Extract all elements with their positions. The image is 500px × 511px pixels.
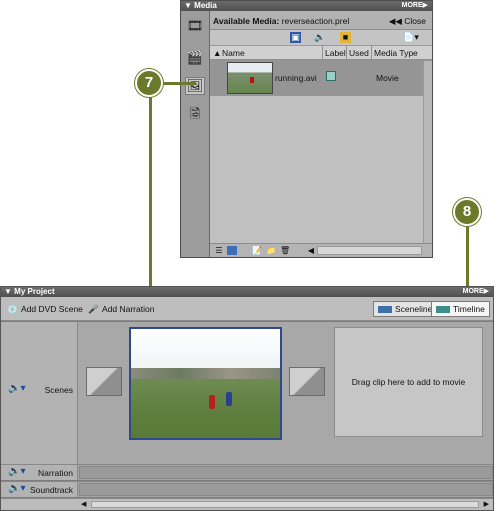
project-more-menu[interactable]: MORE▶ bbox=[463, 287, 489, 297]
narration-track: 🔊▾ Narration bbox=[1, 464, 493, 480]
column-label[interactable]: Label bbox=[325, 48, 346, 58]
narration-lane[interactable] bbox=[79, 466, 493, 479]
collapse-triangle-icon[interactable]: ▼ bbox=[184, 1, 192, 10]
timeline-label: Timeline bbox=[453, 304, 485, 314]
media-horizontal-scrollbar[interactable] bbox=[317, 246, 422, 255]
properties-icon[interactable]: 📝 bbox=[252, 246, 262, 255]
transition-slot-right[interactable] bbox=[289, 367, 325, 396]
project-toolbar: 💿 Add DVD Scene 🎤 Add Narration Sceneline … bbox=[1, 297, 493, 321]
close-arrow-icon: ◀◀ bbox=[388, 16, 402, 26]
drop-hint-text: Drag clip here to add to movie bbox=[351, 377, 466, 387]
close-button[interactable]: ◀◀ Close bbox=[389, 16, 426, 27]
callout-7-badge: 7 bbox=[135, 69, 163, 97]
sceneline-button[interactable]: Sceneline bbox=[373, 301, 438, 317]
sceneline-label: Sceneline bbox=[395, 304, 433, 314]
soundtrack-lane[interactable] bbox=[79, 483, 493, 496]
speaker-volume-icon[interactable]: 🔊▾ bbox=[8, 466, 25, 477]
media-sidebar: 🎞 🎬 🖼 🗟 bbox=[181, 11, 210, 257]
scenes-label: Scenes bbox=[44, 385, 73, 395]
timeline-icon bbox=[436, 306, 450, 314]
soundtrack-track-header: 🔊▾ Soundtrack bbox=[1, 482, 78, 497]
available-media-heading: Available Media: reverseaction.prel bbox=[213, 16, 349, 26]
video-filter-icon[interactable]: ▣ bbox=[290, 32, 301, 43]
close-label: Close bbox=[404, 16, 426, 26]
list-view-icon[interactable]: ☰ bbox=[214, 246, 224, 255]
project-horizontal-scrollbar[interactable]: ◀ ▶ bbox=[1, 498, 493, 510]
add-narration-button[interactable]: 🎤 Add Narration bbox=[87, 302, 154, 316]
player-figure-blue bbox=[226, 392, 232, 406]
available-media-label: Available Media: bbox=[213, 16, 280, 26]
audio-filter-icon[interactable]: 🔈 bbox=[314, 32, 325, 43]
media-panel-titlebar[interactable]: ▼ Media MORE▶ bbox=[181, 1, 432, 11]
scroll-right-arrow-icon[interactable]: ▶ bbox=[484, 500, 489, 508]
column-name[interactable]: Name bbox=[222, 48, 245, 58]
media-vertical-scrollbar[interactable] bbox=[423, 61, 432, 243]
icon-view-icon[interactable] bbox=[227, 246, 237, 255]
media-column-headers: ▲ Name Label Used Media Type bbox=[210, 46, 432, 60]
drop-clip-target[interactable]: Drag clip here to add to movie bbox=[334, 327, 483, 437]
speaker-volume-icon[interactable]: 🔊▾ bbox=[8, 483, 25, 494]
selected-scene-clip[interactable] bbox=[129, 327, 282, 440]
transition-slot-left[interactable] bbox=[86, 367, 122, 396]
project-panel-titlebar[interactable]: ▼ My Project MORE▶ bbox=[1, 287, 493, 297]
media-list-empty-area bbox=[210, 97, 432, 243]
scroll-left-arrow-icon[interactable]: ◀ bbox=[306, 246, 316, 255]
media-more-menu[interactable]: MORE▶ bbox=[402, 1, 428, 11]
column-media-type[interactable]: Media Type bbox=[374, 48, 418, 58]
sceneline-track: 🔊▾ Scenes Drag clip here to add to movie bbox=[1, 322, 493, 464]
media-content: Available Media: reverseaction.prel ◀◀ C… bbox=[210, 11, 432, 257]
clip-media-type: Movie bbox=[376, 73, 399, 83]
project-panel-title: My Project bbox=[14, 287, 55, 296]
scroll-left-arrow-icon[interactable]: ◀ bbox=[81, 500, 86, 508]
clip-thumbnail bbox=[227, 62, 273, 94]
project-panel: ▼ My Project MORE▶ 💿 Add DVD Scene 🎤 Add N… bbox=[0, 286, 494, 511]
media-panel: ▼ Media MORE▶ 🎞 🎬 🖼 🗟 Available Media: r… bbox=[180, 0, 433, 258]
new-folder-icon[interactable]: 📁 bbox=[266, 246, 276, 255]
media-panel-title: Media bbox=[194, 1, 217, 10]
add-dvd-scene-button[interactable]: 💿 Add DVD Scene bbox=[6, 302, 83, 316]
sort-ascending-icon[interactable]: ▲ bbox=[213, 48, 221, 58]
add-narration-label: Add Narration bbox=[102, 304, 155, 314]
add-dvd-scene-label: Add DVD Scene bbox=[21, 304, 83, 314]
delete-trash-icon[interactable]: 🗑 bbox=[280, 246, 290, 255]
microphone-icon: 🎤 bbox=[88, 304, 99, 314]
scenes-track-header: 🔊▾ Scenes bbox=[1, 322, 78, 464]
film-reel-icon[interactable]: 🎞 bbox=[185, 17, 205, 35]
image-filter-icon[interactable]: ■ bbox=[340, 32, 351, 43]
media-header: Available Media: reverseaction.prel ◀◀ C… bbox=[210, 11, 432, 30]
column-used[interactable]: Used bbox=[349, 48, 369, 58]
dvd-disc-icon: 💿 bbox=[7, 304, 18, 314]
scrollbar-thumb[interactable] bbox=[91, 501, 479, 508]
narration-track-header: 🔊▾ Narration bbox=[1, 465, 78, 480]
soundtrack-track: 🔊▾ Soundtrack bbox=[1, 481, 493, 497]
label-color-swatch bbox=[326, 71, 336, 81]
sceneline-icon bbox=[378, 306, 392, 314]
narration-label: Narration bbox=[38, 468, 73, 478]
media-browse-icon[interactable]: 🖼 bbox=[185, 77, 205, 95]
timeline-button[interactable]: Timeline bbox=[431, 301, 490, 317]
media-filter-toolbar: ▣ 🔈 ■ 📄▾ bbox=[210, 30, 432, 46]
project-filename: reverseaction.prel bbox=[281, 16, 350, 26]
media-list-item[interactable]: running.avi Movie bbox=[210, 60, 432, 96]
callout-8-badge: 8 bbox=[453, 198, 481, 226]
collapse-triangle-icon[interactable]: ▼ bbox=[4, 287, 12, 296]
clapboard-icon[interactable]: 🎬 bbox=[185, 49, 205, 67]
title-text-icon[interactable]: 🗟 bbox=[185, 106, 205, 125]
player-figure-red bbox=[209, 395, 215, 409]
new-item-dropdown-icon[interactable]: 📄▾ bbox=[402, 32, 420, 43]
soundtrack-label: Soundtrack bbox=[30, 485, 73, 495]
media-footer-toolbar: ☰ 📝 📁 🗑 ◀ bbox=[210, 243, 432, 257]
clip-name: running.avi bbox=[275, 73, 317, 83]
speaker-volume-icon[interactable]: 🔊▾ bbox=[8, 383, 25, 394]
